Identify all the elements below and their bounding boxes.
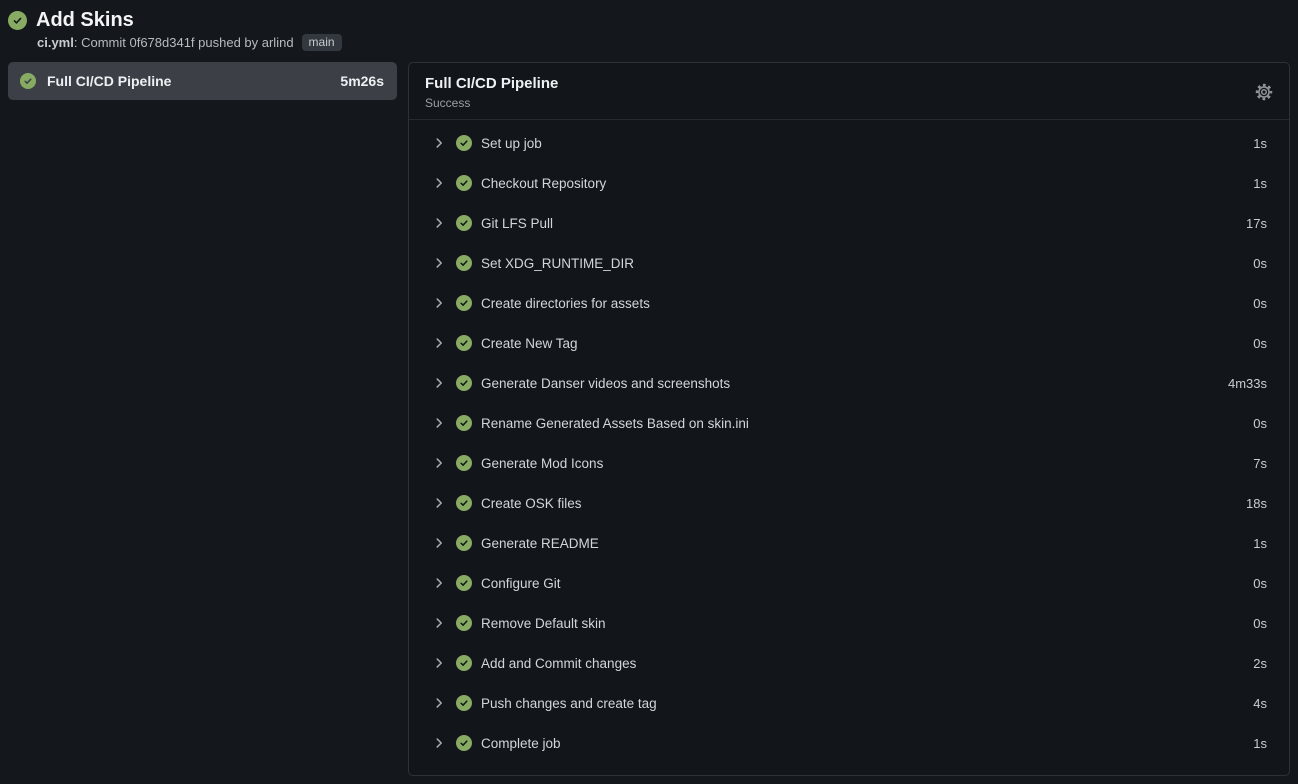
step-name: Git LFS Pull <box>481 216 553 231</box>
check-circle-icon <box>456 335 472 351</box>
step-duration: 1s <box>1253 536 1267 551</box>
check-circle-icon <box>456 535 472 551</box>
job-name: Full CI/CD Pipeline <box>47 73 171 89</box>
check-circle-icon <box>456 295 472 311</box>
step-name: Configure Git <box>481 576 561 591</box>
branch-badge[interactable]: main <box>302 34 342 51</box>
check-circle-icon <box>456 575 472 591</box>
chevron-right-icon <box>432 376 446 390</box>
jobs-sidebar: Full CI/CD Pipeline 5m26s <box>8 62 397 100</box>
workflow-file-name: ci.yml <box>37 35 74 50</box>
step-duration: 2s <box>1253 656 1267 671</box>
chevron-right-icon <box>432 616 446 630</box>
step-name: Complete job <box>481 736 561 751</box>
step-name: Remove Default skin <box>481 616 606 631</box>
check-circle-icon <box>456 175 472 191</box>
step-duration: 0s <box>1253 336 1267 351</box>
step-row[interactable]: Create New Tag 0s <box>409 323 1289 363</box>
step-row[interactable]: Create directories for assets 0s <box>409 283 1289 323</box>
step-name: Rename Generated Assets Based on skin.in… <box>481 416 749 431</box>
step-duration: 7s <box>1253 456 1267 471</box>
step-row[interactable]: Checkout Repository 1s <box>409 163 1289 203</box>
chevron-right-icon <box>432 336 446 350</box>
step-row[interactable]: Set XDG_RUNTIME_DIR 0s <box>409 243 1289 283</box>
gear-icon[interactable] <box>1254 82 1274 102</box>
step-duration: 1s <box>1253 736 1267 751</box>
chevron-right-icon <box>432 176 446 190</box>
check-circle-icon <box>456 415 472 431</box>
job-duration: 5m26s <box>340 73 384 89</box>
step-duration: 0s <box>1253 616 1267 631</box>
chevron-right-icon <box>432 416 446 430</box>
step-row[interactable]: Git LFS Pull 17s <box>409 203 1289 243</box>
check-circle-icon <box>456 255 472 271</box>
chevron-right-icon <box>432 496 446 510</box>
step-duration: 0s <box>1253 416 1267 431</box>
check-circle-icon <box>456 375 472 391</box>
step-name: Generate Danser videos and screenshots <box>481 376 730 391</box>
step-row[interactable]: Generate README 1s <box>409 523 1289 563</box>
page-title: Add Skins <box>36 7 134 33</box>
job-item-full-pipeline[interactable]: Full CI/CD Pipeline 5m26s <box>8 62 397 100</box>
check-circle-icon <box>456 695 472 711</box>
step-duration: 18s <box>1246 496 1267 511</box>
job-detail-header: Full CI/CD Pipeline Success <box>409 63 1289 120</box>
chevron-right-icon <box>432 296 446 310</box>
steps-list: Set up job 1s Checkout Repository 1s G <box>409 120 1289 763</box>
commit-text: : Commit 0f678d341f pushed by arlind <box>74 35 294 50</box>
chevron-right-icon <box>432 536 446 550</box>
step-duration: 4s <box>1253 696 1267 711</box>
chevron-right-icon <box>432 136 446 150</box>
step-row[interactable]: Push changes and create tag 4s <box>409 683 1289 723</box>
chevron-right-icon <box>432 256 446 270</box>
run-header: Add Skins ci.yml: Commit 0f678d341f push… <box>0 0 1298 54</box>
check-circle-icon <box>456 735 472 751</box>
chevron-right-icon <box>432 656 446 670</box>
step-name: Set XDG_RUNTIME_DIR <box>481 256 634 271</box>
step-row[interactable]: Generate Mod Icons 7s <box>409 443 1289 483</box>
step-row[interactable]: Rename Generated Assets Based on skin.in… <box>409 403 1289 443</box>
check-circle-icon <box>456 455 472 471</box>
step-name: Create directories for assets <box>481 296 650 311</box>
check-circle-icon <box>456 215 472 231</box>
step-row[interactable]: Set up job 1s <box>409 123 1289 163</box>
check-circle-icon <box>456 615 472 631</box>
step-duration: 0s <box>1253 296 1267 311</box>
commit-summary: ci.yml: Commit 0f678d341f pushed by arli… <box>37 34 1288 51</box>
step-row[interactable]: Create OSK files 18s <box>409 483 1289 523</box>
step-row[interactable]: Complete job 1s <box>409 723 1289 763</box>
check-circle-icon <box>8 11 27 30</box>
step-row[interactable]: Generate Danser videos and screenshots 4… <box>409 363 1289 403</box>
step-row[interactable]: Configure Git 0s <box>409 563 1289 603</box>
step-duration: 4m33s <box>1228 376 1267 391</box>
run-content: Full CI/CD Pipeline 5m26s Full CI/CD Pip… <box>0 54 1298 784</box>
step-duration: 0s <box>1253 576 1267 591</box>
chevron-right-icon <box>432 736 446 750</box>
job-detail-title: Full CI/CD Pipeline <box>425 75 1273 92</box>
check-circle-icon <box>20 73 36 89</box>
chevron-right-icon <box>432 216 446 230</box>
chevron-right-icon <box>432 576 446 590</box>
step-name: Add and Commit changes <box>481 656 636 671</box>
step-row[interactable]: Add and Commit changes 2s <box>409 643 1289 683</box>
step-duration: 1s <box>1253 176 1267 191</box>
check-circle-icon <box>456 655 472 671</box>
job-status-text: Success <box>425 96 1273 110</box>
step-name: Set up job <box>481 136 542 151</box>
step-row[interactable]: Remove Default skin 0s <box>409 603 1289 643</box>
step-name: Generate README <box>481 536 599 551</box>
job-detail-panel: Full CI/CD Pipeline Success Set up job 1… <box>408 62 1290 776</box>
step-duration: 1s <box>1253 136 1267 151</box>
chevron-right-icon <box>432 696 446 710</box>
check-circle-icon <box>456 495 472 511</box>
step-name: Checkout Repository <box>481 176 606 191</box>
step-name: Generate Mod Icons <box>481 456 603 471</box>
chevron-right-icon <box>432 456 446 470</box>
step-duration: 0s <box>1253 256 1267 271</box>
step-name: Create OSK files <box>481 496 582 511</box>
step-duration: 17s <box>1246 216 1267 231</box>
step-name: Create New Tag <box>481 336 578 351</box>
check-circle-icon <box>456 135 472 151</box>
step-name: Push changes and create tag <box>481 696 657 711</box>
